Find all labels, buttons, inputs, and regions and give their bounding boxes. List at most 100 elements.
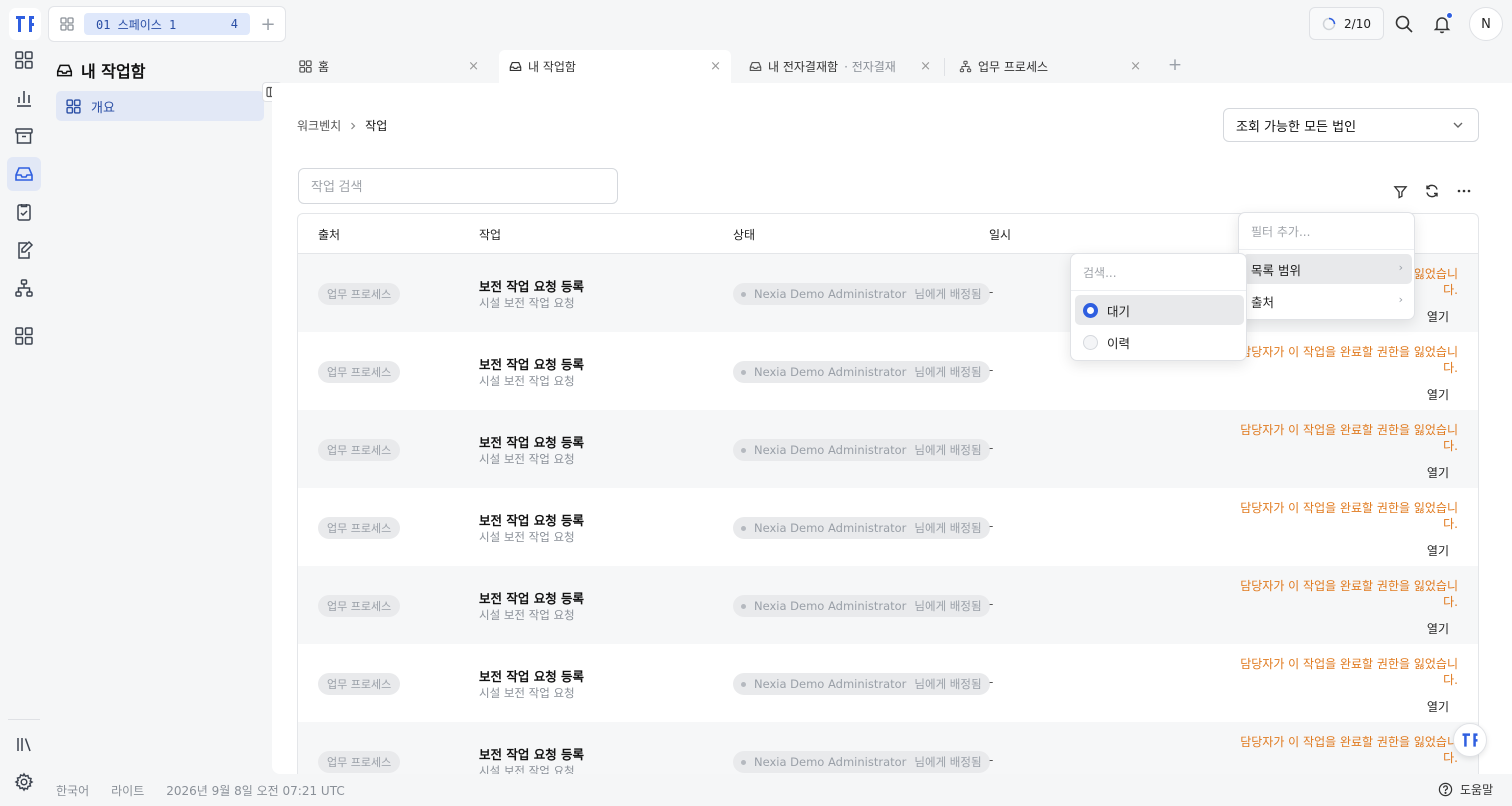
- language-switcher[interactable]: 한국어: [56, 782, 89, 799]
- space-chip[interactable]: 01 스페이스 1 4: [84, 13, 250, 35]
- open-button[interactable]: 열기: [1427, 386, 1449, 403]
- add-tab-button[interactable]: +: [1166, 55, 1184, 75]
- status-assignee: Nexia Demo Administrator: [754, 599, 907, 613]
- library-icon: [14, 734, 34, 754]
- radio-selected-icon[interactable]: [1083, 302, 1098, 318]
- status-suffix: 님에게 배정됨: [914, 755, 982, 769]
- filter-search-placeholder: 필터 추가...: [1251, 224, 1311, 239]
- task-check-icon: [14, 202, 34, 222]
- task-date: -: [989, 675, 994, 689]
- open-button[interactable]: 열기: [1427, 542, 1449, 559]
- column-header-task[interactable]: 작업: [479, 226, 501, 243]
- open-button[interactable]: 열기: [1427, 308, 1449, 325]
- task-title: 보전 작업 요청 등록: [479, 513, 585, 528]
- inbox-icon: [509, 60, 522, 73]
- refresh-icon[interactable]: [1421, 180, 1443, 202]
- status-badge: Nexia Demo Administrator 님에게 배정됨: [733, 439, 990, 461]
- status-dot: [741, 447, 746, 453]
- tab-sublabel: · 전자결재: [844, 60, 896, 74]
- rail-analytics[interactable]: [7, 81, 41, 115]
- table-row[interactable]: 업무 프로세스 보전 작업 요청 등록 시설 보전 작업 요청 Nexia De…: [298, 332, 1478, 410]
- task-subtitle: 시설 보전 작업 요청: [479, 608, 575, 622]
- grid-icon: [60, 17, 74, 31]
- filter-item-label: 출처: [1251, 294, 1275, 310]
- bell-icon[interactable]: [1430, 12, 1454, 36]
- rail-tasks[interactable]: [7, 195, 41, 229]
- column-header-status[interactable]: 상태: [733, 226, 755, 243]
- help-button[interactable]: 도움말: [1438, 781, 1493, 798]
- task-subtitle: 시설 보전 작업 요청: [479, 374, 575, 388]
- open-button[interactable]: 열기: [1427, 698, 1449, 715]
- filter-item-source[interactable]: 출처 ›: [1243, 286, 1412, 316]
- task-title: 보전 작업 요청 등록: [479, 435, 585, 450]
- tab-label: 내 작업함: [528, 60, 576, 74]
- inbox-icon: [749, 60, 762, 73]
- radio-unselected-icon[interactable]: [1083, 334, 1098, 350]
- close-icon[interactable]: ×: [468, 59, 479, 74]
- table-row[interactable]: 업무 프로세스 보전 작업 요청 등록 시설 보전 작업 요청 Nexia De…: [298, 410, 1478, 488]
- filter-icon[interactable]: [1389, 180, 1411, 202]
- scope-option-pending[interactable]: 대기: [1075, 295, 1244, 325]
- scope-option-label: 대기: [1107, 303, 1131, 319]
- scope-submenu: 검색... 대기 이력: [1070, 253, 1247, 361]
- column-header-date[interactable]: 일시: [989, 226, 1011, 243]
- entity-select[interactable]: 조회 가능한 모든 법인: [1223, 108, 1479, 142]
- job-counter: 2/10: [1344, 16, 1371, 31]
- task-subtitle: 시설 보전 작업 요청: [479, 764, 575, 774]
- side-item-overview[interactable]: 개요: [56, 91, 264, 121]
- tab-my-inbox[interactable]: 내 작업함 ×: [499, 50, 731, 83]
- org-icon: [959, 60, 972, 73]
- task-date: -: [989, 363, 994, 377]
- rail-inbox[interactable]: [7, 157, 41, 191]
- table-row[interactable]: 업무 프로세스 보전 작업 요청 등록 시설 보전 작업 요청 Nexia De…: [298, 644, 1478, 722]
- rail-approval[interactable]: [7, 233, 41, 267]
- rail-archive[interactable]: [7, 119, 41, 153]
- theme-switcher[interactable]: 라이트: [111, 782, 144, 799]
- more-icon[interactable]: [1453, 180, 1475, 202]
- close-icon[interactable]: ×: [920, 59, 931, 74]
- rail-process[interactable]: [7, 271, 41, 305]
- assistant-button[interactable]: [1453, 723, 1487, 757]
- close-icon[interactable]: ×: [1130, 59, 1141, 74]
- source-badge: 업무 프로세스: [318, 595, 401, 617]
- rail-settings[interactable]: [7, 765, 41, 799]
- add-space-button[interactable]: +: [259, 14, 277, 35]
- breadcrumb-root[interactable]: 워크벤치: [297, 117, 341, 134]
- scope-search-input[interactable]: 검색...: [1071, 254, 1246, 291]
- table-row[interactable]: 업무 프로세스 보전 작업 요청 등록 시설 보전 작업 요청 Nexia De…: [298, 722, 1478, 774]
- grid-icon: [66, 98, 81, 114]
- filter-search-input[interactable]: 필터 추가...: [1239, 213, 1414, 250]
- avatar[interactable]: N: [1469, 7, 1503, 41]
- status-suffix: 님에게 배정됨: [914, 443, 982, 457]
- scope-option-history[interactable]: 이력: [1075, 327, 1244, 357]
- search-input[interactable]: [298, 168, 618, 204]
- rail-library[interactable]: [7, 727, 41, 761]
- entity-select-value: 조회 가능한 모든 법인: [1236, 119, 1357, 135]
- rail-home[interactable]: [7, 43, 41, 77]
- space-switcher[interactable]: 01 스페이스 1 4 +: [48, 6, 286, 42]
- tab-home[interactable]: 홈 ×: [289, 50, 489, 83]
- inbox-icon: [56, 62, 73, 79]
- logo-icon[interactable]: [9, 8, 41, 40]
- close-icon[interactable]: ×: [710, 59, 721, 74]
- grid-icon: [14, 50, 34, 70]
- status-badge: Nexia Demo Administrator 님에게 배정됨: [733, 517, 990, 539]
- tab-approval[interactable]: 내 전자결재함 · 전자결재 ×: [739, 50, 941, 83]
- table-row[interactable]: 업무 프로세스 보전 작업 요청 등록 시설 보전 작업 요청 Nexia De…: [298, 488, 1478, 566]
- table-row[interactable]: 업무 프로세스 보전 작업 요청 등록 시설 보전 작업 요청 Nexia De…: [298, 566, 1478, 644]
- tab-process[interactable]: 업무 프로세스 ×: [949, 50, 1151, 83]
- open-button[interactable]: 열기: [1427, 620, 1449, 637]
- rail-divider: [8, 719, 40, 720]
- job-counter-button[interactable]: 2/10: [1309, 7, 1384, 40]
- search-icon[interactable]: [1392, 12, 1416, 36]
- filter-item-list-scope[interactable]: 목록 범위 ›: [1243, 254, 1412, 284]
- column-header-source[interactable]: 출처: [318, 226, 340, 243]
- rail-apps[interactable]: [7, 319, 41, 353]
- status-suffix: 님에게 배정됨: [914, 599, 982, 613]
- status-badge: Nexia Demo Administrator 님에게 배정됨: [733, 673, 990, 695]
- org-icon: [14, 278, 34, 298]
- permission-warning: 담당자가 이 작업을 완료할 권한을 잃었습니다.: [1240, 423, 1458, 453]
- task-date: -: [989, 441, 994, 455]
- open-button[interactable]: 열기: [1427, 464, 1449, 481]
- task-title: 보전 작업 요청 등록: [479, 669, 585, 684]
